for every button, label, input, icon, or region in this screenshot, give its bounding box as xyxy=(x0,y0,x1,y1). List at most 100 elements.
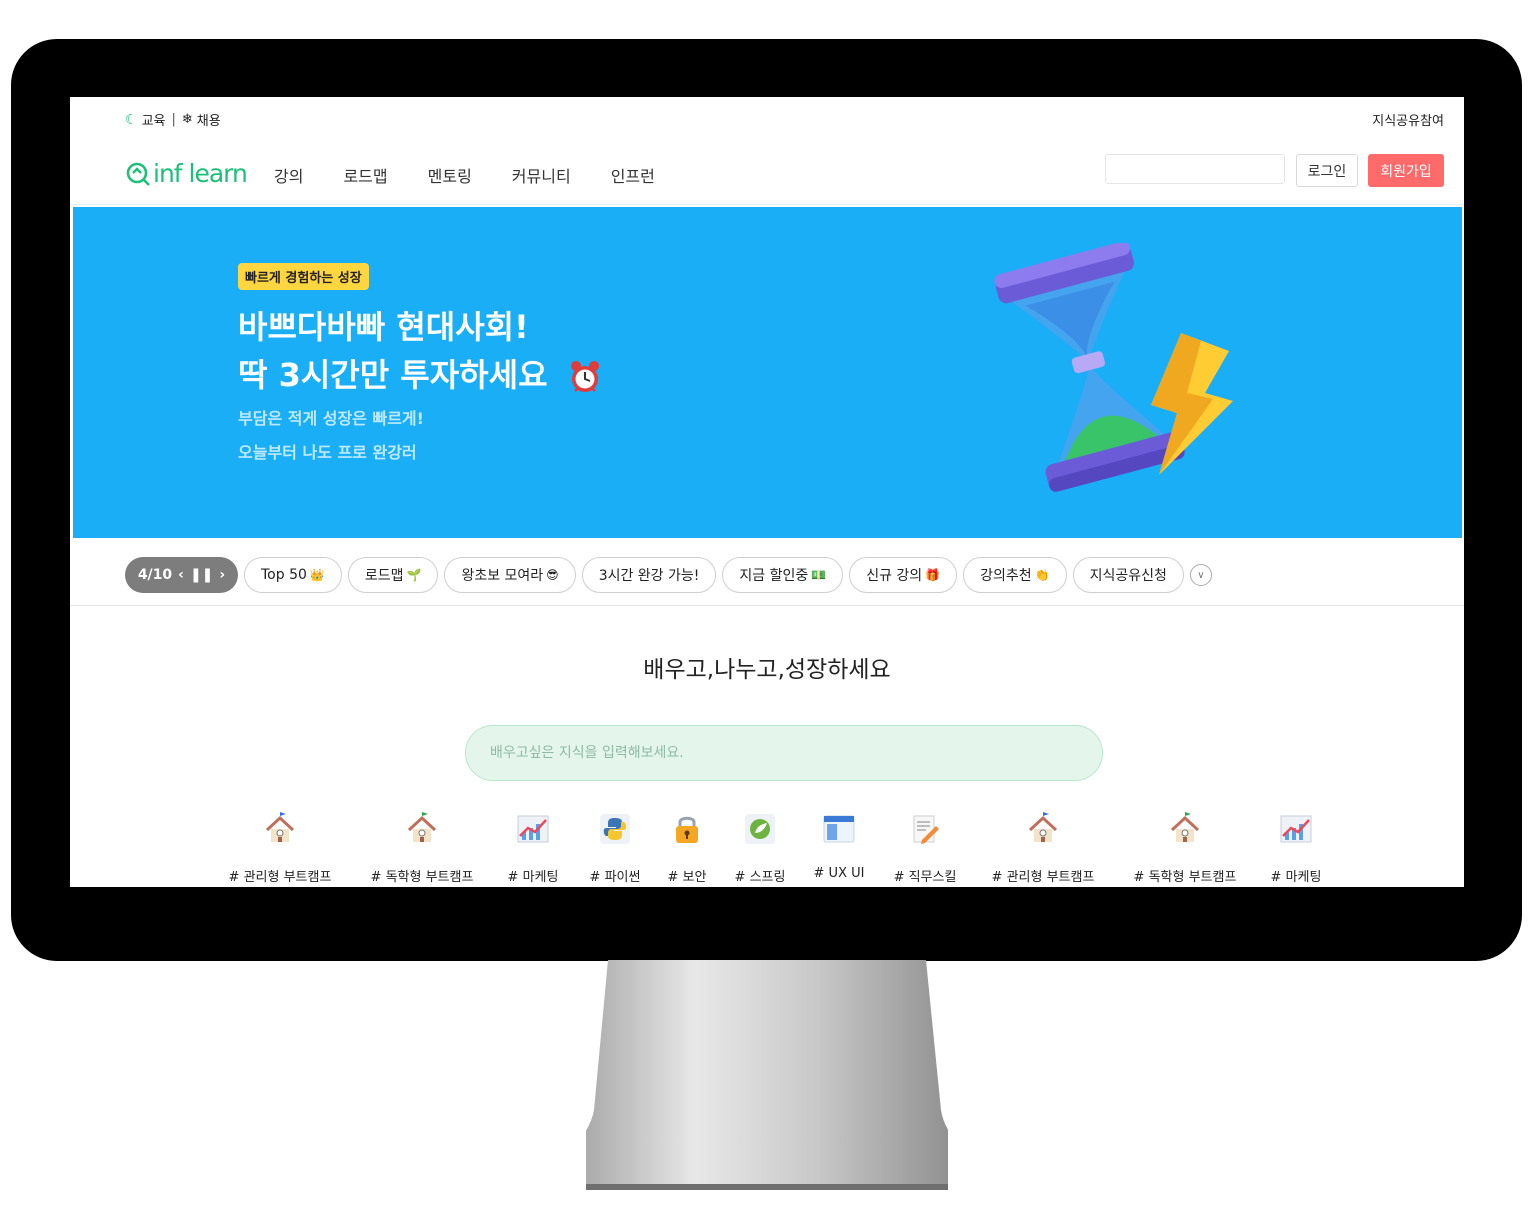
crown-icon: 👑 xyxy=(309,568,325,582)
banner-headline: 바쁘다바빠 현대사회! 딱 3시간만 투자하세요 xyxy=(238,303,601,399)
topic-item[interactable]: # UX UI xyxy=(810,812,868,881)
tagline: 배우고,나누고,성장하세요 xyxy=(643,657,891,683)
next-icon[interactable]: › xyxy=(219,567,225,583)
moon-icon: ☾ xyxy=(125,111,138,128)
chip-label: Top 50 xyxy=(261,567,307,583)
chip-label: 왕초보 모여라 xyxy=(461,568,544,584)
topic-item[interactable]: # 스프링 xyxy=(728,812,792,885)
prev-icon[interactable]: ‹ xyxy=(178,567,184,583)
banner-headline-line2: 딱 3시간만 투자하세요 xyxy=(238,356,548,394)
topic-item[interactable]: # 직무스킬 xyxy=(885,812,965,885)
chip-beginner[interactable]: 왕초보 모여라 😎 xyxy=(444,557,576,593)
nav-link-lectures[interactable]: 강의 xyxy=(274,163,303,187)
banner-pager[interactable]: 4/10 ‹ ❚❚ › xyxy=(125,557,238,593)
nav-link-roadmap[interactable]: 로드맵 xyxy=(343,163,387,187)
main-search-input[interactable] xyxy=(490,745,1072,761)
topic-item[interactable]: # 독학형 부트캠프 xyxy=(1125,812,1245,885)
chip-share-apply[interactable]: 지식공유신청 xyxy=(1072,557,1184,593)
share-join-link[interactable]: 지식공유참여 xyxy=(1372,110,1444,129)
inflearn-logo[interactable]: inf learn xyxy=(125,159,248,188)
main-search-box[interactable] xyxy=(465,725,1103,781)
browser-screen: ☾ 교육 | ❄ 채용 지식공유참여 inf learn 강의 로드맵 멘토링 … xyxy=(70,97,1464,887)
divider xyxy=(70,605,1464,606)
sprout-icon: 🌱 xyxy=(406,568,422,582)
chart-icon xyxy=(1279,812,1313,846)
topic-list: # 관리형 부트캠프 # 독학형 부트캠프 # 마케팅 # 파이썬 # 보안 #… xyxy=(70,812,1464,887)
nav-links: 강의 로드맵 멘토링 커뮤니티 인프런 xyxy=(274,163,695,187)
login-button[interactable]: 로그인 xyxy=(1296,154,1358,187)
topic-item[interactable]: # 마케팅 xyxy=(502,812,564,885)
topic-item[interactable]: # 관리형 부트캠프 xyxy=(220,812,340,885)
memo-icon xyxy=(908,812,942,846)
nav-link-inflearn[interactable]: 인프런 xyxy=(611,163,655,187)
nav-link-mentoring[interactable]: 멘토링 xyxy=(428,163,472,187)
topic-label: # 스프링 xyxy=(734,870,786,885)
topic-item[interactable]: # 보안 xyxy=(662,812,712,885)
pager-count: 4/10 xyxy=(137,567,173,583)
pause-icon[interactable]: ❚❚ xyxy=(190,567,213,583)
school-icon xyxy=(405,812,439,846)
clap-icon: 👏 xyxy=(1034,568,1050,582)
banner-subtext-1: 부담은 적게 성장은 빠르게! xyxy=(238,409,424,428)
category-chips: 4/10 ‹ ❚❚ › Top 50 👑 로드맵 🌱 왕초보 모여라 😎 3시간 완강… xyxy=(125,556,1212,594)
window-icon xyxy=(822,812,856,846)
chip-recommend[interactable]: 강의추천 👏 xyxy=(963,557,1067,593)
hourglass-lightning-illustration xyxy=(994,243,1233,492)
topic-item[interactable]: # 독학형 부트캠프 xyxy=(362,812,482,885)
python-icon xyxy=(598,812,632,846)
main-nav: inf learn 강의 로드맵 멘토링 커뮤니티 인프런 로그인 회원가입 xyxy=(70,139,1464,205)
topic-label: # 직무스킬 xyxy=(893,870,957,885)
nav-link-community[interactable]: 커뮤니티 xyxy=(512,163,571,187)
separator: | xyxy=(171,112,176,127)
utility-bar: ☾ 교육 | ❄ 채용 지식공유참여 xyxy=(70,97,1464,139)
topic-item[interactable]: # 마케팅 xyxy=(1265,812,1327,885)
chip-label: 3시간 완강 가능! xyxy=(598,568,700,584)
chart-icon xyxy=(516,812,550,846)
topic-label: # 마케팅 xyxy=(507,870,559,885)
hero-banner[interactable]: 빠르게 경험하는 성장 바쁘다바빠 현대사회! 딱 3시간만 투자하세요 부담은… xyxy=(73,207,1462,538)
logo-mark-icon xyxy=(126,162,150,186)
chip-discount[interactable]: 지금 할인중 💵 xyxy=(722,557,844,593)
education-link[interactable]: 교육 xyxy=(142,110,166,129)
snowflake-icon: ❄ xyxy=(181,112,193,127)
banner-headline-line2-wrap: 딱 3시간만 투자하세요 xyxy=(238,351,601,399)
signup-button[interactable]: 회원가입 xyxy=(1368,154,1444,187)
jobs-link[interactable]: 채용 xyxy=(197,110,221,129)
service-switcher: ☾ 교육 | ❄ 채용 xyxy=(125,110,221,130)
chip-roadmap[interactable]: 로드맵 🌱 xyxy=(347,557,439,593)
chip-label: 지금 할인중 xyxy=(739,568,809,584)
spring-icon xyxy=(743,812,777,846)
school-icon xyxy=(263,812,297,846)
chip-label: 지식공유신청 xyxy=(1089,568,1167,584)
chip-label: 신규 강의 xyxy=(866,568,923,584)
topic-label: # 독학형 부트캠프 xyxy=(1133,870,1237,885)
money-icon: 💵 xyxy=(811,568,827,582)
school-icon xyxy=(1168,812,1202,846)
banner-badge: 빠르게 경험하는 성장 xyxy=(238,263,369,290)
topic-item[interactable]: # 관리형 부트캠프 xyxy=(983,812,1103,885)
monitor-stand xyxy=(586,960,948,1190)
banner-subtext-2: 오늘부터 나도 프로 완강러 xyxy=(238,443,417,462)
chevron-down-icon[interactable]: ∨ xyxy=(1189,564,1212,586)
topic-label: # 마케팅 xyxy=(1270,870,1322,885)
school-icon xyxy=(1026,812,1060,846)
topic-label: # 관리형 부트캠프 xyxy=(991,870,1095,885)
topic-label: # 독학형 부트캠프 xyxy=(370,870,474,885)
gift-icon: 🎁 xyxy=(925,568,941,582)
nav-search-input[interactable] xyxy=(1105,154,1285,184)
banner-headline-line1: 바쁘다바빠 현대사회! xyxy=(238,308,529,346)
chip-3hours[interactable]: 3시간 완강 가능! xyxy=(581,557,717,593)
topic-label: # 파이썬 xyxy=(589,870,641,885)
logo-text: inf learn xyxy=(153,159,248,188)
topic-item[interactable]: # 파이썬 xyxy=(584,812,646,885)
chip-label: 로드맵 xyxy=(364,568,404,584)
lock-icon xyxy=(670,812,704,846)
topic-label: # 관리형 부트캠프 xyxy=(228,870,332,885)
topic-label: # 보안 xyxy=(667,870,707,885)
topic-label: # UX UI xyxy=(813,866,865,881)
sunglasses-icon: 😎 xyxy=(546,568,559,582)
chip-new[interactable]: 신규 강의 🎁 xyxy=(849,557,958,593)
chip-label: 강의추천 xyxy=(980,568,1032,584)
chip-top50[interactable]: Top 50 👑 xyxy=(244,557,342,593)
alarm-clock-icon xyxy=(570,361,599,392)
